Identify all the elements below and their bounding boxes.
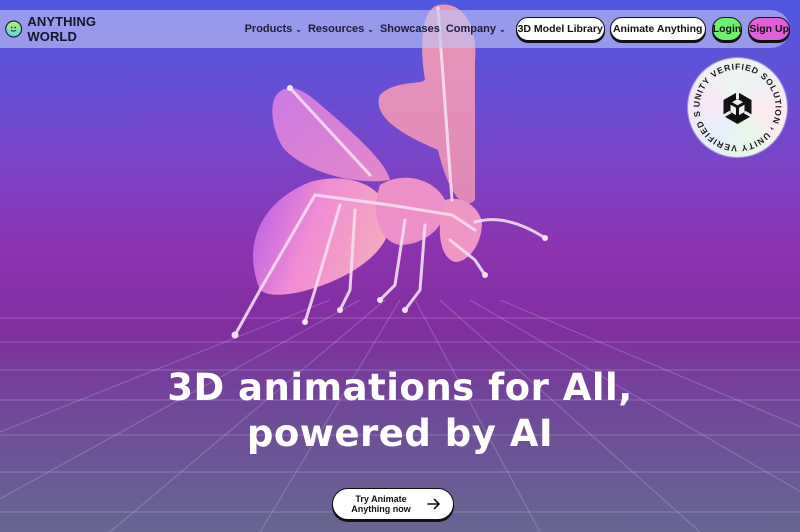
cta-label-line-1: Try Animate	[355, 494, 407, 504]
headline-line-1: 3D animations for All,	[167, 366, 633, 409]
menu-item-company[interactable]: Company ⌄	[446, 23, 506, 35]
chevron-down-icon: ⌄	[367, 24, 374, 34]
login-button[interactable]: Login	[711, 17, 743, 41]
animate-anything-button[interactable]: Animate Anything	[609, 17, 706, 41]
menu-item-showcases[interactable]: Showcases	[380, 23, 440, 35]
chevron-down-icon: ⌄	[498, 24, 506, 34]
headline-line-2: powered by AI	[246, 412, 554, 455]
menu-item-label: Products	[244, 23, 293, 35]
hero-bee-model-image	[231, 4, 548, 339]
unity-logo-icon	[722, 92, 753, 124]
smiling-globe-icon	[5, 20, 23, 38]
menu-item-products[interactable]: Products ⌄	[245, 23, 302, 35]
menu-item-label: Company	[445, 23, 496, 35]
menu-item-resources[interactable]: Resources ⌄	[308, 23, 374, 35]
hero-headline: 3D animations for All, powered by AI	[0, 365, 800, 457]
brand-logo[interactable]: ANYTHING WORLD	[5, 14, 124, 44]
cta-label-line-2: Anything now	[351, 504, 411, 514]
brand-name: ANYTHING WORLD	[27, 14, 97, 44]
badge-graphic: UNITY VERIFIED SOLUTION › UNITY VERIFIED…	[688, 58, 783, 154]
top-navigation-bar: ANYTHING WORLD Products ⌄ Resources ⌄ Sh…	[0, 10, 790, 48]
main-menu: Products ⌄ Resources ⌄ Showcases Company…	[245, 23, 512, 35]
chevron-down-icon: ⌄	[295, 24, 302, 34]
cta-label: Try Animate Anything now	[351, 494, 411, 514]
menu-item-label: Showcases	[379, 23, 440, 35]
arrow-right-icon	[427, 498, 440, 510]
menu-item-label: Resources	[307, 23, 365, 35]
signup-button[interactable]: Sign Up	[748, 17, 790, 41]
model-library-button[interactable]: 3D Model Library	[515, 17, 605, 41]
unity-verified-badge[interactable]: UNITY VERIFIED SOLUTION › UNITY VERIFIED…	[688, 58, 787, 157]
try-animate-anything-button[interactable]: Try Animate Anything now	[332, 488, 454, 520]
